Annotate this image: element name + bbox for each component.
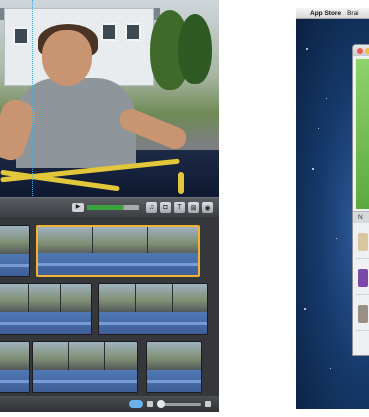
globe-icon[interactable]: ◉ [202, 202, 213, 213]
zoom-in-icon[interactable] [205, 401, 211, 407]
list-item[interactable] [356, 297, 369, 331]
app-icon [358, 305, 368, 323]
menu-bar: App Store Brai [296, 8, 369, 19]
minimize-button[interactable] [365, 48, 369, 54]
clip-row [0, 341, 219, 393]
app-menu[interactable]: App Store [310, 10, 341, 17]
star [306, 48, 308, 50]
star [304, 308, 306, 310]
mac-desktop: App Store Brai N [296, 8, 369, 409]
star [330, 368, 331, 369]
zoom-out-icon[interactable] [147, 401, 153, 407]
editor-toolbar: ▶ ♫ ◘ T ⊠ ◉ [0, 197, 219, 217]
section-header: N [353, 211, 369, 223]
music-note-icon[interactable]: ♫ [146, 202, 157, 213]
video-clip[interactable] [0, 225, 30, 277]
video-clip[interactable] [98, 283, 208, 335]
star [326, 98, 327, 99]
play-indicator[interactable]: ▶ [72, 203, 84, 212]
house-window [101, 23, 117, 41]
transition-icon[interactable]: ⊠ [188, 202, 199, 213]
playhead-line[interactable] [32, 0, 33, 224]
audio-level-meter [87, 205, 139, 210]
clip-row [0, 225, 219, 277]
video-clip-selected[interactable] [36, 225, 200, 277]
app-icon [358, 269, 368, 287]
video-editor-window: ▶ ♫ ◘ T ⊠ ◉ [0, 0, 219, 412]
featured-banner[interactable] [356, 59, 369, 209]
window-titlebar[interactable] [353, 45, 369, 56]
zoom-slider[interactable] [157, 399, 201, 408]
app-icon [358, 233, 368, 251]
house-window [13, 27, 29, 45]
clip-row [0, 283, 219, 335]
yellow-strap [178, 172, 184, 194]
star [336, 238, 337, 239]
video-clip[interactable] [0, 283, 92, 335]
house-window [125, 23, 141, 41]
title-icon[interactable]: T [174, 202, 185, 213]
list-item[interactable] [356, 261, 369, 295]
editor-status-bar [0, 396, 219, 412]
list-item[interactable] [356, 225, 369, 259]
zoom-slider-knob[interactable] [157, 399, 165, 408]
video-clip[interactable] [0, 341, 30, 393]
event-browser [0, 217, 219, 396]
camera-icon[interactable]: ◘ [160, 202, 171, 213]
close-button[interactable] [357, 48, 363, 54]
star [312, 168, 314, 170]
star [318, 128, 319, 129]
video-clip[interactable] [32, 341, 138, 393]
menu-item-browse[interactable]: Brai [347, 10, 359, 17]
tree [178, 14, 212, 84]
app-store-window[interactable]: N [352, 44, 369, 356]
video-clip[interactable] [146, 341, 202, 393]
view-toggle-button[interactable] [129, 400, 143, 408]
person-torso [16, 78, 136, 168]
person-face [42, 30, 92, 86]
